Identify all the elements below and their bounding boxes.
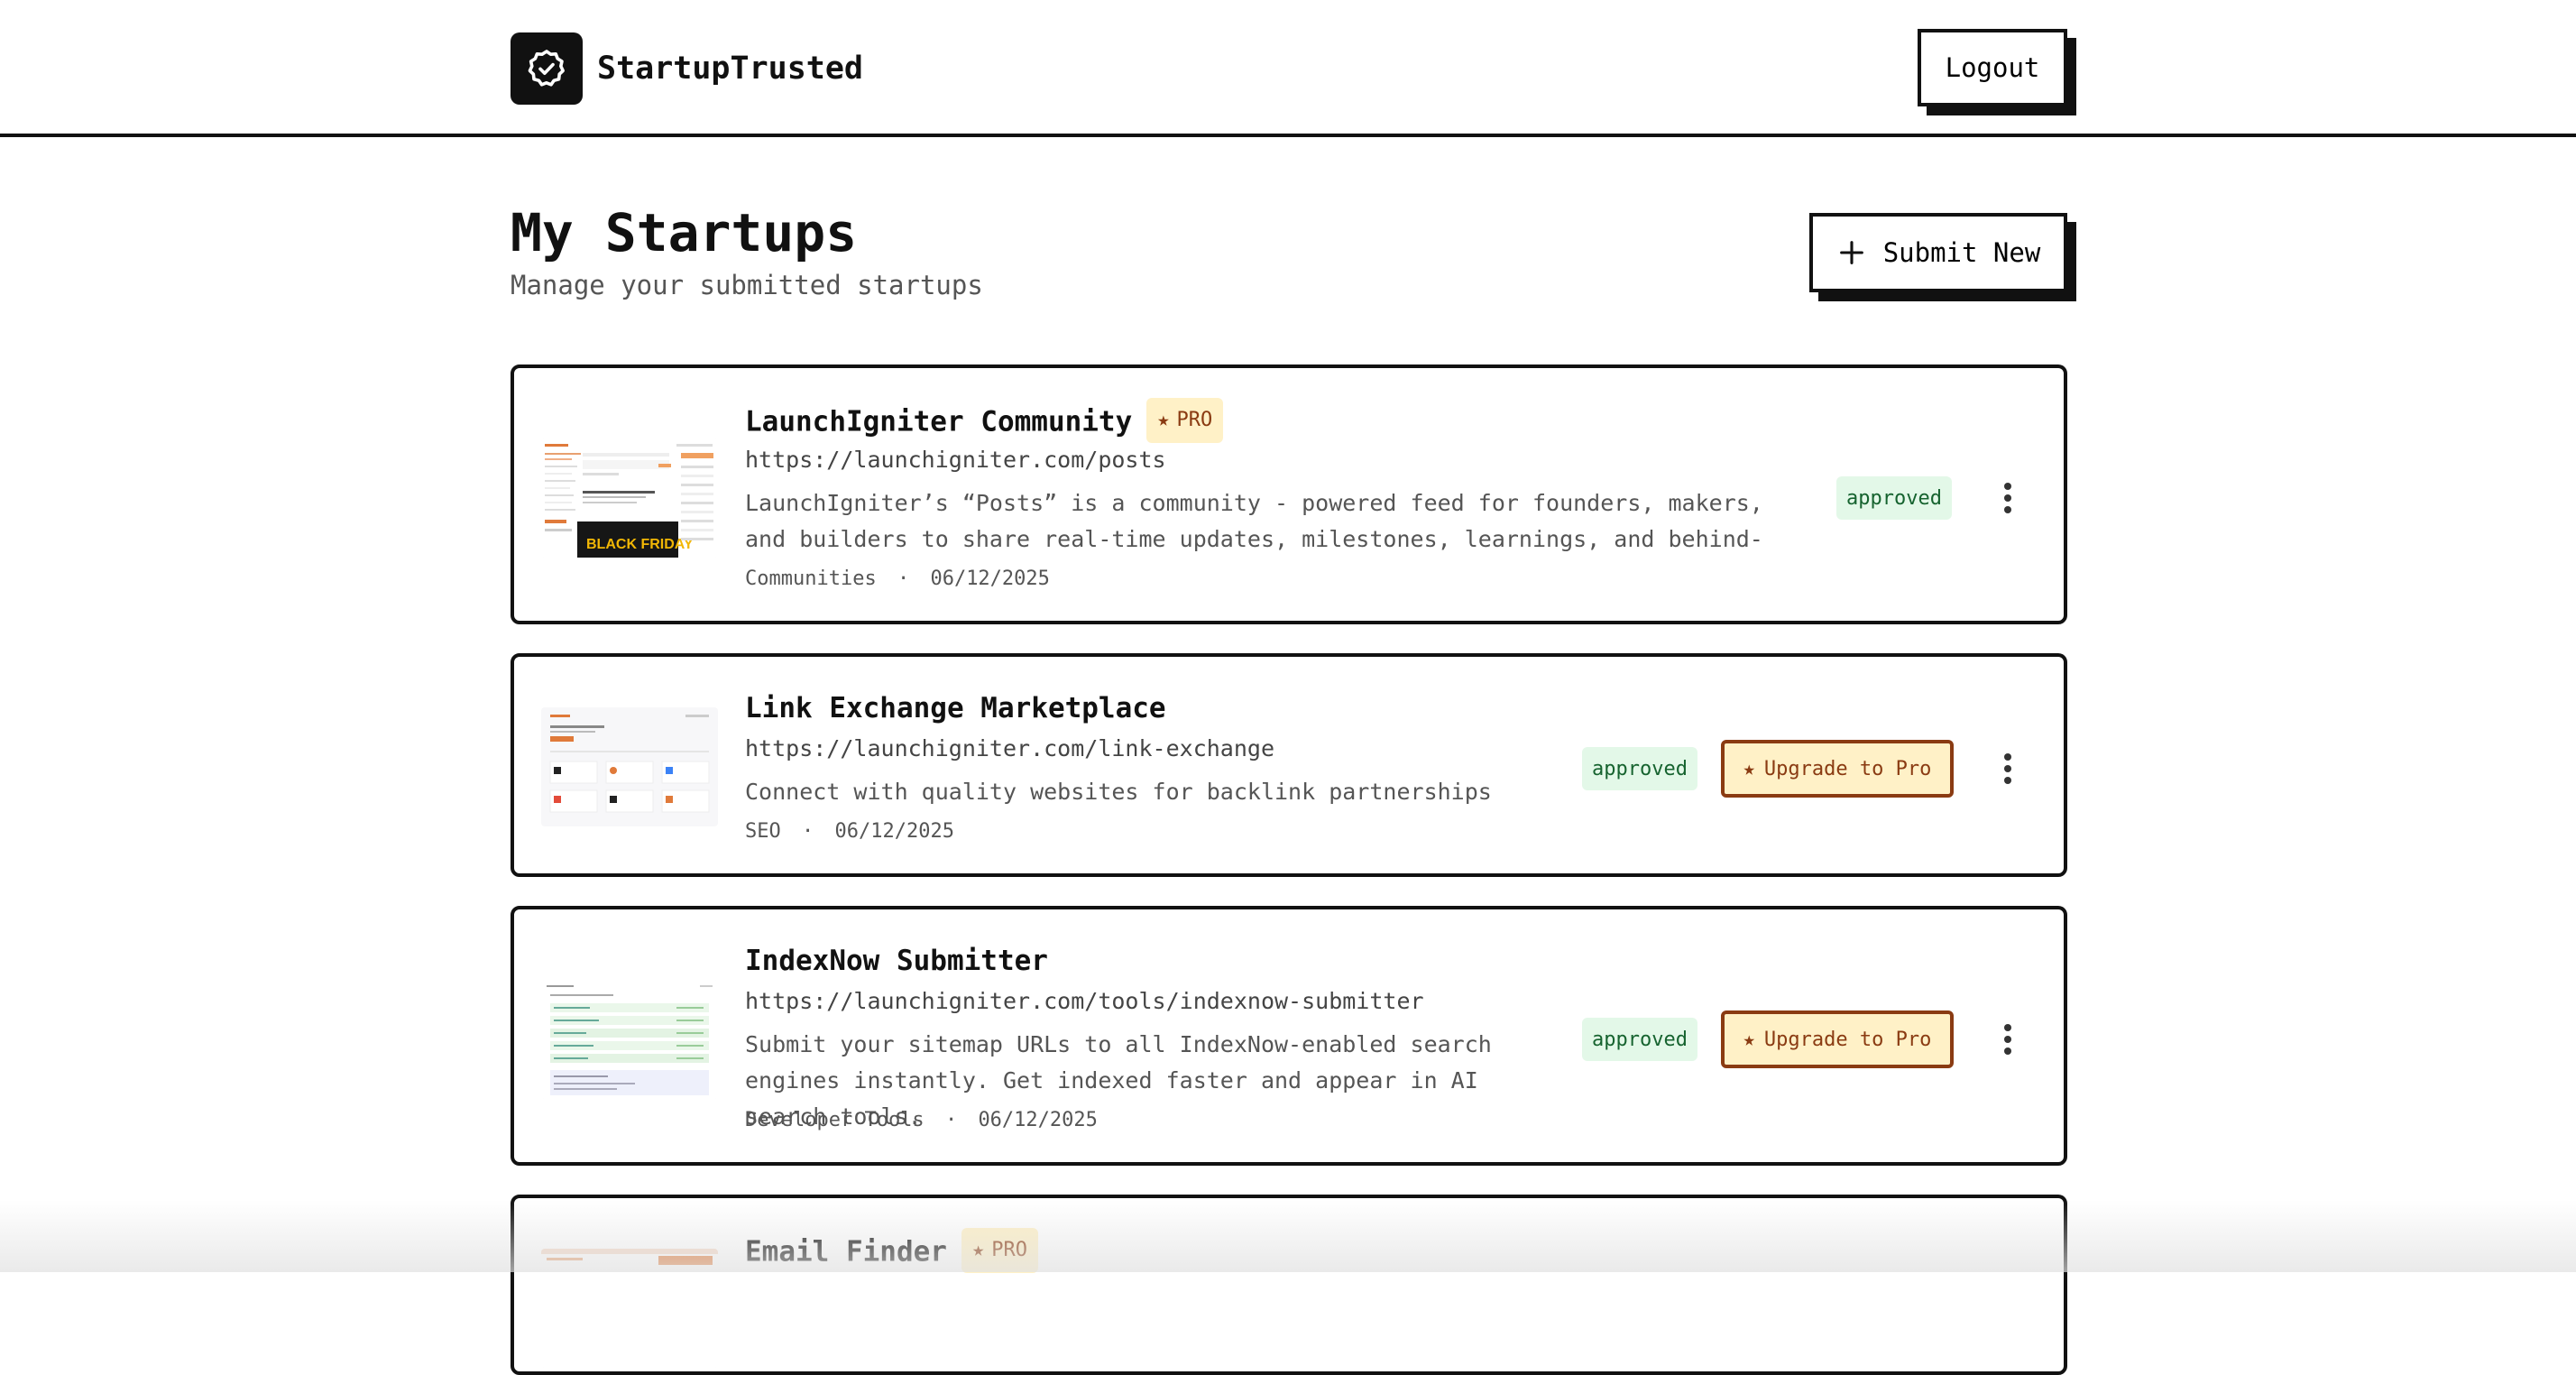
top-header: StartupTrusted Logout — [0, 0, 2576, 137]
startup-thumbnail[interactable] — [541, 707, 718, 826]
startup-meta: Developer Tools · 06/12/2025 — [745, 1106, 1098, 1135]
startup-thumbnail[interactable]: BLACK FRIDAY — [541, 438, 718, 558]
submit-new-label: Submit New — [1882, 237, 2041, 268]
startup-url[interactable]: https://launchigniter.com/posts — [745, 444, 1166, 476]
more-options-button[interactable] — [1990, 1014, 2026, 1065]
kebab-icon — [2004, 753, 2011, 761]
upgrade-to-pro-button[interactable]: ★ Upgrade to Pro — [1721, 1010, 1954, 1068]
more-options-button[interactable] — [1990, 743, 2026, 794]
startup-name[interactable]: IndexNow Submitter — [745, 942, 1048, 980]
plus-icon — [1839, 241, 1863, 264]
star-icon: ★ — [971, 1239, 985, 1261]
status-badge: approved — [1582, 1018, 1697, 1061]
pro-badge: ★ PRO — [1146, 398, 1224, 443]
startup-thumbnail[interactable] — [541, 1249, 718, 1368]
startup-card[interactable]: IndexNow Submitter https://launchigniter… — [511, 906, 2067, 1166]
startup-card[interactable]: BLACK FRIDAY LaunchIgniter Community ★ PRO… — [511, 365, 2067, 624]
startup-name-row: Email Finder ★ PRO — [745, 1228, 1038, 1276]
startup-url[interactable]: https://launchigniter.com/tools/indexnow… — [745, 985, 1424, 1018]
startup-card[interactable]: Email Finder ★ PRO — [511, 1195, 2067, 1375]
startup-date: 06/12/2025 — [834, 820, 954, 843]
startup-name[interactable]: Link Exchange Marketplace — [745, 689, 1166, 727]
star-icon: ★ — [1157, 409, 1170, 431]
page-subtitle: Manage your submitted startups — [511, 270, 983, 300]
status-badge: approved — [1582, 747, 1697, 790]
svg-text:BLACK FRIDAY: BLACK FRIDAY — [586, 537, 694, 552]
startup-date: 06/12/2025 — [930, 568, 1050, 590]
startup-name[interactable]: LaunchIgniter Community — [745, 406, 1132, 438]
startup-thumbnail[interactable] — [541, 980, 718, 1099]
startup-category: Developer Tools — [745, 1109, 925, 1131]
meta-separator: · — [944, 1109, 958, 1131]
meta-separator: · — [802, 820, 814, 843]
pro-badge: ★ PRO — [961, 1228, 1038, 1273]
startup-name[interactable]: Email Finder — [745, 1236, 947, 1269]
startup-meta: Communities · 06/12/2025 — [745, 565, 1050, 594]
startup-description: LaunchIgniter’s “Posts” is a community -… — [745, 490, 1763, 552]
brand-name[interactable]: StartupTrusted — [597, 47, 863, 90]
startup-url[interactable]: https://launchigniter.com/link-exchange — [745, 733, 1274, 765]
star-icon: ★ — [1743, 757, 1755, 780]
startup-description: Connect with quality websites for backli… — [745, 779, 1492, 805]
submit-new-button[interactable]: Submit New — [1809, 213, 2067, 292]
startup-card[interactable]: Link Exchange Marketplace https://launch… — [511, 653, 2067, 877]
page-title: My Startups — [511, 202, 858, 263]
startup-name-row: LaunchIgniter Community ★ PRO — [745, 398, 1224, 446]
verified-badge-icon — [528, 50, 565, 87]
star-icon: ★ — [1743, 1028, 1755, 1051]
startup-category: SEO — [745, 820, 781, 843]
startup-meta: SEO · 06/12/2025 — [745, 817, 954, 846]
kebab-icon — [2004, 1024, 2011, 1031]
meta-separator: · — [897, 568, 910, 590]
logout-button[interactable]: Logout — [1918, 29, 2067, 106]
startup-date: 06/12/2025 — [978, 1109, 1098, 1131]
startup-category: Communities — [745, 568, 877, 590]
kebab-icon — [2004, 483, 2011, 490]
status-badge: approved — [1836, 476, 1952, 520]
brand-logo[interactable] — [511, 32, 583, 105]
more-options-button[interactable] — [1990, 473, 2026, 523]
upgrade-to-pro-button[interactable]: ★ Upgrade to Pro — [1721, 740, 1954, 798]
